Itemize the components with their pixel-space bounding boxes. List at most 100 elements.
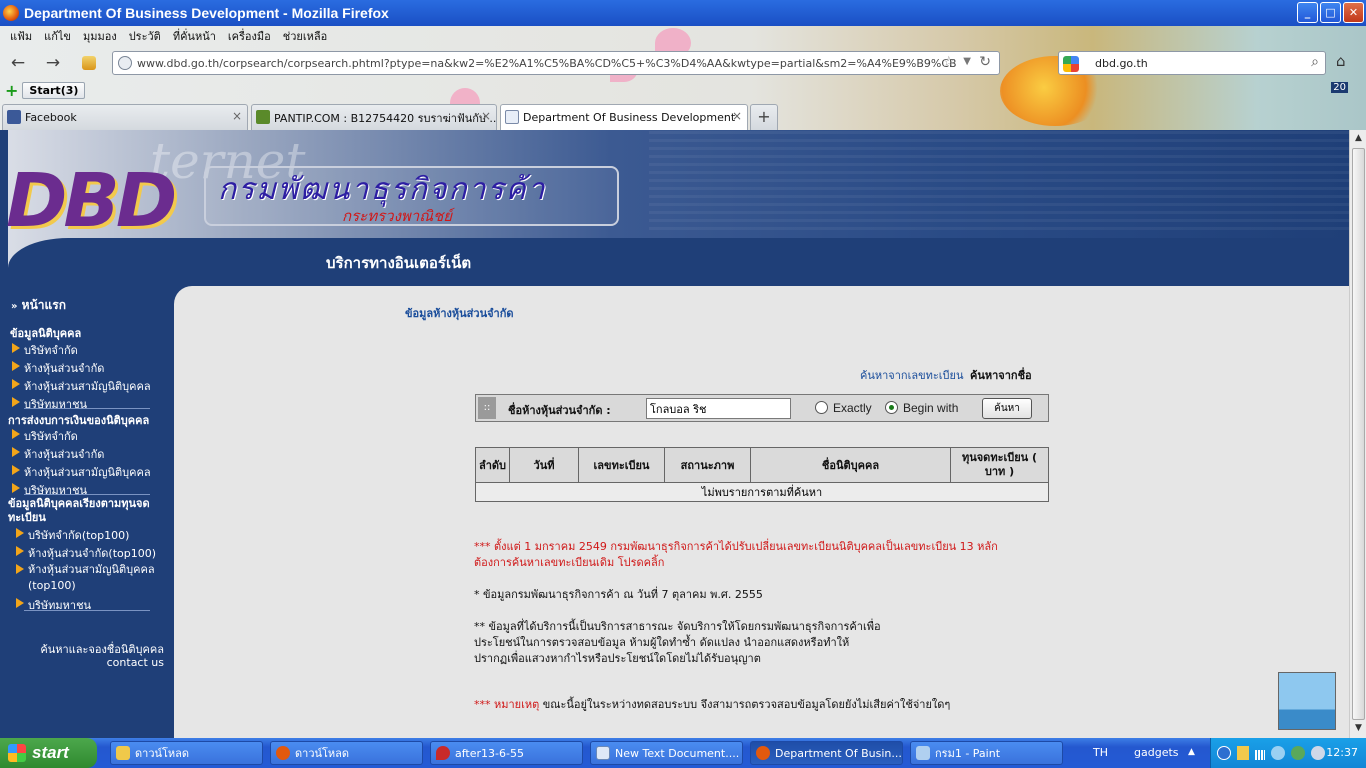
site-identity-icon[interactable] xyxy=(118,56,132,70)
tab-pantip[interactable]: PANTIP.COM : B12754420 รบราฆ่าฟันกับ ...… xyxy=(251,104,497,130)
home-icon[interactable]: ⌂ xyxy=(1336,52,1358,74)
sidebar-item-limited-partnership-top100[interactable]: ห้างหุ้นส่วนจำกัด(top100) xyxy=(14,544,156,562)
begin-with-radio[interactable] xyxy=(885,401,898,414)
taskbar-item-paint[interactable]: กรม1 - Paint xyxy=(910,741,1063,765)
search-button[interactable]: ค้นหา xyxy=(982,398,1032,419)
dbd-logo[interactable]: DBD xyxy=(6,158,177,244)
partnership-name-input[interactable] xyxy=(646,398,791,419)
addon-icon[interactable] xyxy=(76,51,102,75)
maximize-button[interactable]: □ xyxy=(1320,2,1341,23)
banner-subtitle: กระทรวงพาณิชย์ xyxy=(342,207,453,225)
back-button[interactable]: ← xyxy=(5,51,31,75)
page-icon xyxy=(505,110,519,124)
aquarium-widget[interactable] xyxy=(1278,672,1336,730)
sidebar-item-limited-partnership[interactable]: ห้างหุ้นส่วนจำกัด xyxy=(10,359,104,377)
tab-dbd[interactable]: Department Of Business Development × xyxy=(500,104,748,130)
language-indicator[interactable]: TH xyxy=(1093,746,1108,759)
vertical-scrollbar[interactable]: ▲ ▼ xyxy=(1349,130,1366,738)
gadgets-toolbar[interactable]: gadgets xyxy=(1134,746,1179,759)
menu-help[interactable]: ช่วยเหลือ xyxy=(277,27,333,45)
system-tray: 12:37 xyxy=(1210,738,1366,768)
tray-app-icon[interactable] xyxy=(1237,746,1249,760)
search-by-registration-link[interactable]: ค้นหาจากเลขทะเบียน xyxy=(860,366,963,384)
taskbar-item-firefox-downloads[interactable]: ดาวน์โหลด xyxy=(270,741,423,765)
contact-us-link[interactable]: contact us xyxy=(107,656,164,669)
scroll-up-arrow-icon[interactable]: ▲ xyxy=(1352,132,1365,145)
disclaimer-line-1: ** ข้อมูลที่ได้บริการนี้เป็นบริการสาธารณ… xyxy=(474,620,881,633)
taskbar-item-notepad[interactable]: New Text Document.... xyxy=(590,741,743,765)
windows-flag-icon xyxy=(8,744,26,762)
sidebar-heading-corporate-info: ข้อมูลนิติบุคคล xyxy=(10,327,82,340)
firefox-icon xyxy=(756,746,770,760)
minimize-button[interactable]: _ xyxy=(1297,2,1318,23)
add-icon[interactable]: + xyxy=(5,81,18,100)
google-icon[interactable] xyxy=(1063,56,1079,72)
close-tab-icon[interactable]: × xyxy=(732,109,742,123)
forward-button[interactable]: → xyxy=(40,51,66,75)
counter-badge: 20 xyxy=(1331,82,1348,93)
table-header-row: ลำดับ วันที่ เลขทะเบียน สถานะภาพ ชื่อนิต… xyxy=(475,447,1049,483)
sidebar-item-registered-partnership-top100[interactable]: ห้างหุ้นส่วนสามัญนิติบุคคล (top100) xyxy=(14,562,164,594)
taskbar-item-folder[interactable]: ดาวน์โหลด xyxy=(110,741,263,765)
disclaimer-line-2: ประโยชน์ในการตรวจสอบข้อมูล ห้ามผู้ใดทำซ้… xyxy=(474,636,850,649)
column-header: เลขทะเบียน xyxy=(578,447,665,483)
firefox-icon xyxy=(276,746,290,760)
column-header: ทุนจดทะเบียน ( บาท ) xyxy=(950,447,1049,483)
tray-app-icon[interactable] xyxy=(1311,746,1325,760)
menu-history[interactable]: ประวัติ xyxy=(123,27,167,45)
signal-icon[interactable] xyxy=(1255,750,1265,760)
close-tab-icon[interactable]: × xyxy=(232,109,242,123)
search-icon[interactable]: ⌕ xyxy=(1311,54,1319,70)
scroll-down-arrow-icon[interactable]: ▼ xyxy=(1352,722,1365,735)
taskbar-item-firefox-dbd[interactable]: Department Of Busin... xyxy=(750,741,903,765)
menu-tools[interactable]: เครื่องมือ xyxy=(222,27,277,45)
exactly-radio[interactable] xyxy=(815,401,828,414)
sidebar-item-registered-partnership[interactable]: ห้างหุ้นส่วนสามัญนิติบุคคล xyxy=(10,377,151,395)
registration-change-note: *** ตั้งแต่ 1 มกราคม 2549 กรมพัฒนาธุรกิจ… xyxy=(474,540,998,553)
window-titlebar: Department Of Business Development - Moz… xyxy=(0,0,1366,26)
chevron-up-icon[interactable]: ▲ xyxy=(1188,747,1195,757)
taskbar-item-after[interactable]: after13-6-55 xyxy=(430,741,583,765)
menu-bookmarks[interactable]: ที่คั่นหน้า xyxy=(167,27,222,45)
menu-file[interactable]: แฟ้ม xyxy=(4,27,38,45)
sidebar-item-registered-partnership[interactable]: ห้างหุ้นส่วนสามัญนิติบุคคล xyxy=(10,463,151,481)
menu-view[interactable]: มุมมอง xyxy=(77,27,123,45)
menu-edit[interactable]: แก้ไข xyxy=(38,27,77,45)
main-content: ข้อมูลห้างหุ้นส่วนจำกัด ค้นหาจากเลขทะเบี… xyxy=(174,286,1349,738)
tab-facebook[interactable]: Facebook × xyxy=(2,104,248,130)
bookmark-star-icon[interactable]: ☆ xyxy=(942,54,955,70)
reload-icon[interactable]: ↻ xyxy=(979,54,991,70)
url-dropdown-icon[interactable]: ▼ xyxy=(963,56,971,67)
sidebar-item-company[interactable]: บริษัทจำกัด xyxy=(10,341,78,359)
sidebar-item-company-top100[interactable]: บริษัทจำกัด(top100) xyxy=(14,526,129,544)
close-window-button[interactable]: ✕ xyxy=(1343,2,1364,23)
tray-app-icon[interactable] xyxy=(1291,746,1305,760)
volume-icon[interactable] xyxy=(1271,746,1285,760)
new-tab-button[interactable]: + xyxy=(750,104,778,130)
data-date-note: * ข้อมูลกรมพัฒนาธุรกิจการค้า ณ วันที่ 7 … xyxy=(474,588,763,601)
sidebar-item-limited-partnership[interactable]: ห้างหุ้นส่วนจำกัด xyxy=(10,445,104,463)
close-tab-icon[interactable]: × xyxy=(481,109,491,123)
tray-expand-icon[interactable] xyxy=(1217,746,1231,760)
column-header: วันที่ xyxy=(509,447,579,483)
column-header: ลำดับ xyxy=(475,447,510,483)
scroll-thumb[interactable] xyxy=(1352,148,1365,720)
pantip-icon xyxy=(256,110,270,124)
start-button[interactable]: start xyxy=(0,738,97,768)
sidebar-item-public-company[interactable]: บริษัทมหาชน xyxy=(14,596,91,614)
sidebar-home-link[interactable]: » หน้าแรก xyxy=(11,296,66,315)
sidebar: » หน้าแรก ข้อมูลนิติบุคคล บริษัทจำกัด ห้… xyxy=(8,286,174,738)
facebook-icon xyxy=(7,110,21,124)
app-icon xyxy=(436,746,450,760)
bookmarks-bar: + Start(3) xyxy=(0,79,86,101)
search-box[interactable]: dbd.go.th ⌕ xyxy=(1058,51,1326,75)
start-bookmark-button[interactable]: Start(3) xyxy=(22,81,86,99)
url-bar[interactable]: www.dbd.go.th/corpsearch/corpsearch.phtm… xyxy=(112,51,1000,75)
navigation-bar: ← → www.dbd.go.th/corpsearch/corpsearch.… xyxy=(0,48,1366,78)
sidebar-item-company[interactable]: บริษัทจำกัด xyxy=(10,427,78,445)
old-registration-link[interactable]: ต้องการค้นหาเลขทะเบียนเดิม โปรดคลิ้ก xyxy=(474,555,664,571)
disclaimer-line-3: ปรากฏเพื่อแสวงหากำไรหรือประโยชน์ใดโดยไม่… xyxy=(474,652,761,665)
search-by-name-link[interactable]: ค้นหาจากชื่อ xyxy=(970,366,1032,384)
banner-bar xyxy=(8,238,1349,286)
exactly-label: Exactly xyxy=(833,401,872,415)
